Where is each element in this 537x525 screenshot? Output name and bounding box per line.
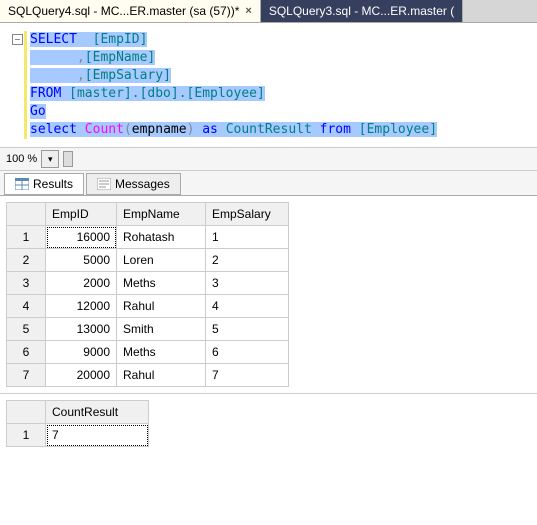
col-empid[interactable]: EmpID — [46, 203, 117, 226]
tab-query4[interactable]: SQLQuery4.sql - MC...ER.master (sa (57))… — [0, 0, 261, 22]
tab-label: SQLQuery4.sql - MC...ER.master (sa (57))… — [8, 4, 239, 18]
tab-label: Results — [33, 177, 73, 191]
zoom-level[interactable]: 100 % — [6, 153, 37, 165]
header-row: EmpID EmpName EmpSalary — [7, 203, 289, 226]
count-table[interactable]: CountResult 17 — [6, 400, 149, 447]
header-row: CountResult — [7, 401, 149, 424]
zoom-dropdown-icon[interactable]: ▾ — [41, 150, 59, 168]
code-line-4: FROM [master].[dbo].[Employee] — [30, 85, 537, 103]
messages-icon — [97, 178, 111, 190]
table-row[interactable]: 32000Meths3 — [7, 272, 289, 295]
table-row[interactable]: 720000Rahul7 — [7, 364, 289, 387]
code-line-2: ,[EmpName] — [30, 49, 537, 67]
corner-cell[interactable] — [7, 401, 46, 424]
change-marker — [24, 31, 27, 139]
table-row[interactable]: 116000Rohatash1 — [7, 226, 289, 249]
grid-icon — [15, 178, 29, 190]
code-line-1: SELECT [EmpID] — [30, 31, 537, 49]
close-icon[interactable]: × — [245, 5, 251, 17]
table-row[interactable]: 25000Loren2 — [7, 249, 289, 272]
tab-messages[interactable]: Messages — [86, 173, 181, 195]
employee-table[interactable]: EmpID EmpName EmpSalary 116000Rohatash1 … — [6, 202, 289, 387]
editor-tabs: SQLQuery4.sql - MC...ER.master (sa (57))… — [0, 0, 537, 23]
table-row[interactable]: 17 — [7, 424, 149, 447]
tab-label: SQLQuery3.sql - MC...ER.master ( — [269, 4, 454, 18]
table-row[interactable]: 412000Rahul4 — [7, 295, 289, 318]
outline-gutter — [12, 31, 24, 45]
results-grid-1: EmpID EmpName EmpSalary 116000Rohatash1 … — [0, 196, 537, 393]
col-empname[interactable]: EmpName — [117, 203, 206, 226]
code-line-5: Go — [30, 103, 537, 121]
results-grid-2: CountResult 17 — [0, 393, 537, 453]
tab-query3[interactable]: SQLQuery3.sql - MC...ER.master ( — [261, 0, 463, 22]
results-tabs: Results Messages — [0, 171, 537, 196]
tab-results[interactable]: Results — [4, 173, 84, 195]
collapse-icon[interactable] — [12, 34, 23, 45]
table-row[interactable]: 513000Smith5 — [7, 318, 289, 341]
col-empsalary[interactable]: EmpSalary — [206, 203, 289, 226]
corner-cell[interactable] — [7, 203, 46, 226]
table-row[interactable]: 69000Meths6 — [7, 341, 289, 364]
zoom-bar: 100 % ▾ — [0, 147, 537, 171]
code-line-6: select Count(empname) as CountResult fro… — [30, 121, 537, 139]
mini-scroll[interactable] — [63, 151, 73, 167]
code-line-3: ,[EmpSalary] — [30, 67, 537, 85]
col-countresult[interactable]: CountResult — [46, 401, 149, 424]
tab-label: Messages — [115, 177, 170, 191]
sql-editor[interactable]: SELECT [EmpID] ,[EmpName] ,[EmpSalary] F… — [0, 23, 537, 147]
